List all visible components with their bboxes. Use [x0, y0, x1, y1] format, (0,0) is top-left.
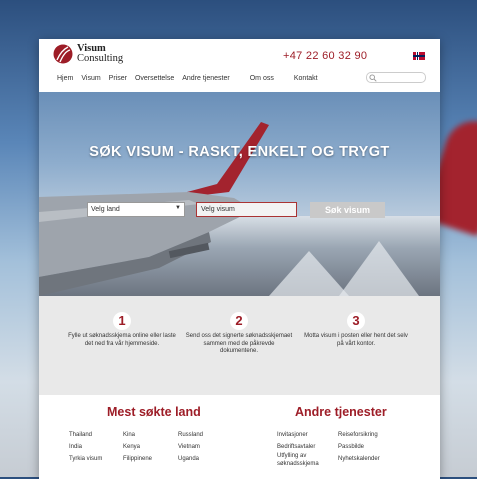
country-link[interactable]: Kenya — [123, 441, 152, 453]
nav-item-andre-tjenester[interactable]: Andre tjenester — [182, 75, 229, 82]
step-3: 3 Motta visum i posten eller hent det se… — [301, 312, 411, 348]
step-number: 3 — [347, 312, 365, 330]
service-link[interactable]: Passbilde — [338, 441, 380, 453]
country-link[interactable]: Filippinene — [123, 453, 152, 465]
nav-item-visum[interactable]: Visum — [81, 75, 100, 82]
service-link[interactable]: Bedriftsavtaler — [277, 441, 327, 453]
country-link[interactable]: Uganda — [178, 453, 203, 465]
nav-item-hjem[interactable]: Hjem — [57, 75, 73, 82]
logo[interactable]: Visum Consulting — [53, 43, 124, 64]
popular-col-1: Thailand India Tyrkia visum — [69, 429, 102, 465]
popular-col-2: Kina Kenya Filippinene — [123, 429, 152, 465]
step-text: Fylle ut søknadsskjema online eller last… — [68, 333, 176, 347]
service-link[interactable]: Invitasjoner — [277, 429, 327, 441]
nav-item-oversettelse[interactable]: Oversettelse — [135, 75, 174, 82]
country-link[interactable]: Tyrkia visum — [69, 453, 102, 465]
search-icon — [369, 74, 377, 82]
country-select[interactable]: Velg land ▼ — [87, 202, 185, 217]
nav-item-om-oss[interactable]: Om oss — [250, 75, 274, 82]
services-col-2: Reiseforsikring Passbilde Nyhetskalender — [338, 429, 380, 465]
search-visa-button[interactable]: Søk visum — [310, 202, 385, 218]
header: Visum Consulting +47 22 60 32 90 Hjem Vi… — [39, 39, 440, 92]
service-link[interactable]: Nyhetskalender — [338, 453, 380, 465]
steps-section: 1 Fylle ut søknadsskjema online eller la… — [39, 296, 440, 395]
logo-text: Visum Consulting — [77, 43, 124, 64]
other-services-title: Andre tjenester — [295, 405, 387, 419]
step-text: Send oss det signerte søknadsskjemaet sa… — [185, 333, 293, 354]
nav-item-priser[interactable]: Priser — [109, 75, 127, 82]
country-link[interactable]: Thailand — [69, 429, 102, 441]
links-section: Mest søkte land Thailand India Tyrkia vi… — [39, 395, 440, 479]
step-2: 2 Send oss det signerte søknadsskjemaet … — [184, 312, 294, 356]
dropdown-arrow-icon: ▼ — [175, 205, 181, 211]
service-link[interactable]: Utfylling av søknadsskjema — [277, 453, 327, 471]
country-link[interactable]: India — [69, 441, 102, 453]
popular-countries-title: Mest søkte land — [107, 405, 201, 419]
visa-select[interactable]: Velg visum — [196, 202, 297, 217]
airplane-wing-image — [39, 122, 269, 296]
step-text: Motta visum i posten eller hent det selv… — [304, 333, 408, 347]
norway-flag-icon[interactable] — [413, 52, 425, 60]
search-input[interactable] — [366, 72, 426, 83]
country-link[interactable]: Kina — [123, 429, 152, 441]
phone-number[interactable]: +47 22 60 32 90 — [283, 50, 367, 62]
hero-title: SØK VISUM - RASKT, ENKELT OG TRYGT — [89, 144, 390, 160]
country-select-value: Velg land — [91, 206, 120, 213]
step-1: 1 Fylle ut søknadsskjema online eller la… — [67, 312, 177, 348]
logo-mark-icon — [53, 44, 73, 64]
country-link[interactable]: Russland — [178, 429, 203, 441]
main-nav: Hjem Visum Priser Oversettelse Andre tje… — [57, 75, 326, 82]
nav-item-kontakt[interactable]: Kontakt — [294, 75, 318, 82]
service-link[interactable]: Reiseforsikring — [338, 429, 380, 441]
step-number: 2 — [230, 312, 248, 330]
step-number: 1 — [113, 312, 131, 330]
country-link[interactable]: Vietnam — [178, 441, 203, 453]
website-page: Visum Consulting +47 22 60 32 90 Hjem Vi… — [39, 39, 440, 479]
logo-line2: Consulting — [77, 53, 124, 64]
hero-banner: SØK VISUM - RASKT, ENKELT OG TRYGT Velg … — [39, 92, 440, 296]
visa-select-value: Velg visum — [201, 206, 235, 213]
popular-col-3: Russland Vietnam Uganda — [178, 429, 203, 465]
services-col-1: Invitasjoner Bedriftsavtaler Utfylling a… — [277, 429, 327, 471]
